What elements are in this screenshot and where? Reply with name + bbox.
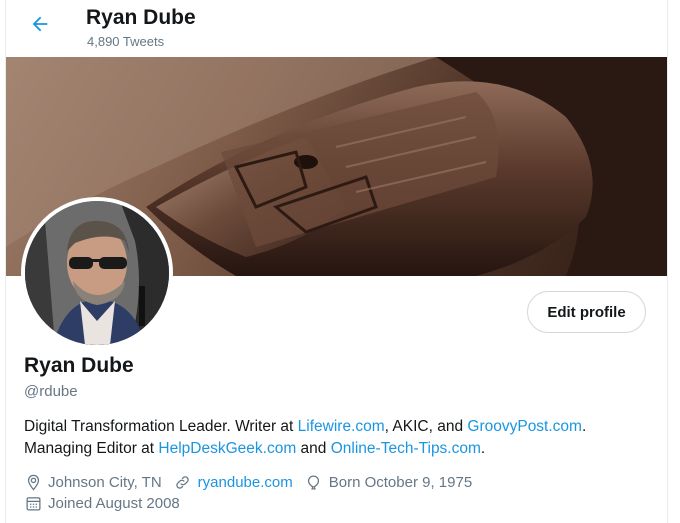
balloon-icon — [305, 474, 323, 492]
meta-row: Johnson City, TN ryandube.com Born Octob… — [24, 472, 654, 493]
bio-link-lifewire[interactable]: Lifewire.com — [298, 418, 385, 435]
bio-text: Digital Transformation Leader. Writer at — [24, 418, 298, 435]
bio-text: Managing Editor at — [24, 440, 159, 457]
website-link[interactable]: ryandube.com — [198, 472, 293, 493]
location-text: Johnson City, TN — [48, 474, 162, 491]
bio-text: and — [296, 440, 331, 457]
profile-meta: Johnson City, TN ryandube.com Born Octob… — [24, 472, 654, 514]
back-arrow-icon — [29, 13, 51, 40]
meta-row: Joined August 2008 — [24, 493, 654, 514]
profile-header: Ryan Dube 4,890 Tweets — [6, 0, 667, 56]
meta-birthday: Born October 9, 1975 — [305, 472, 472, 493]
link-icon — [174, 474, 192, 492]
joined-text: Joined August 2008 — [48, 495, 180, 512]
edit-profile-button[interactable]: Edit profile — [527, 291, 646, 333]
avatar[interactable] — [21, 197, 173, 349]
birthday-text: Born October 9, 1975 — [328, 474, 473, 491]
profile-name: Ryan Dube — [24, 354, 134, 377]
back-button[interactable] — [24, 10, 56, 42]
location-pin-icon — [24, 474, 42, 492]
calendar-icon — [24, 495, 42, 513]
bio-link-online-tech-tips[interactable]: Online-Tech-Tips.com — [331, 440, 481, 457]
profile-bio: Digital Transformation Leader. Writer at… — [24, 416, 654, 460]
profile-handle: @rdube — [24, 383, 78, 400]
meta-website[interactable]: ryandube.com — [174, 472, 293, 493]
meta-location: Johnson City, TN — [24, 472, 162, 493]
header-title: Ryan Dube — [86, 6, 196, 29]
meta-joined: Joined August 2008 — [24, 493, 180, 514]
profile-page: Ryan Dube 4,890 Tweets Edit profile Ryan… — [5, 0, 668, 523]
tweet-count: 4,890 Tweets — [87, 34, 165, 49]
bio-link-helpdeskgeek[interactable]: HelpDeskGeek.com — [158, 440, 296, 457]
avatar-photo — [25, 201, 169, 345]
bio-text: , AKIC, and — [384, 418, 468, 435]
bio-link-groovypost[interactable]: GroovyPost.com — [467, 418, 582, 435]
bio-text: . — [581, 418, 587, 435]
bio-text: . — [480, 440, 486, 457]
